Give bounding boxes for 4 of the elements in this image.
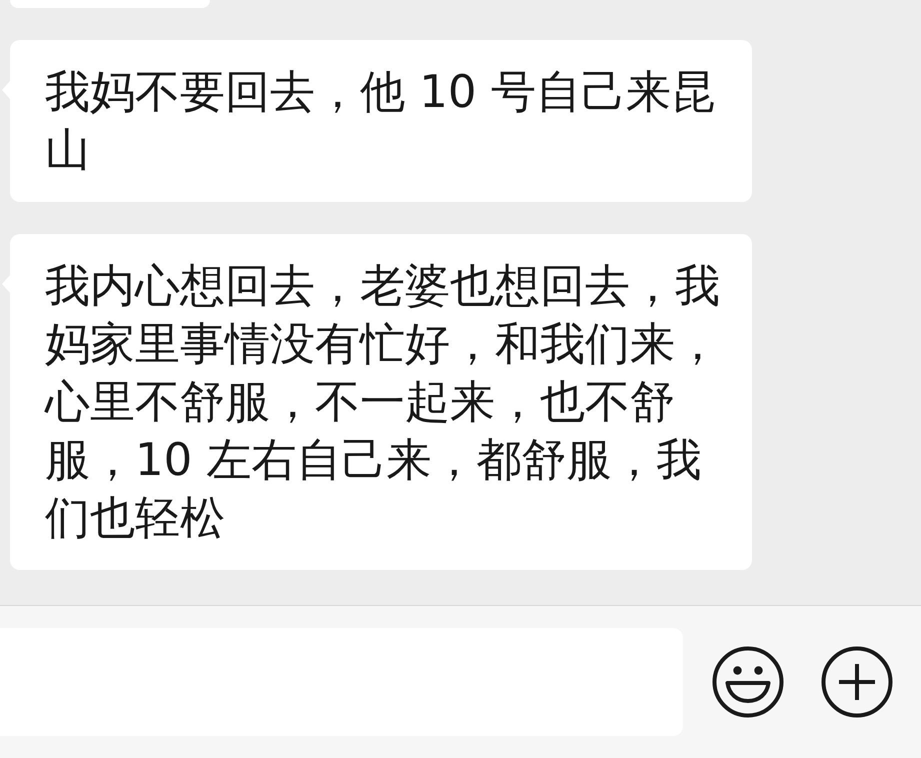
message-text: 我内心想回去，老婆也想回去，我妈家里事情没有忙好，和我们来，心里不舒服，不一起来，也不舒服，10 左右自己来，都舒服，我们也轻松 — [45, 258, 721, 546]
message-text: 我妈不要回去，他 10 号自己来昆山 — [45, 64, 717, 178]
plus-icon[interactable] — [821, 646, 893, 718]
smiley-icon[interactable] — [712, 646, 784, 718]
